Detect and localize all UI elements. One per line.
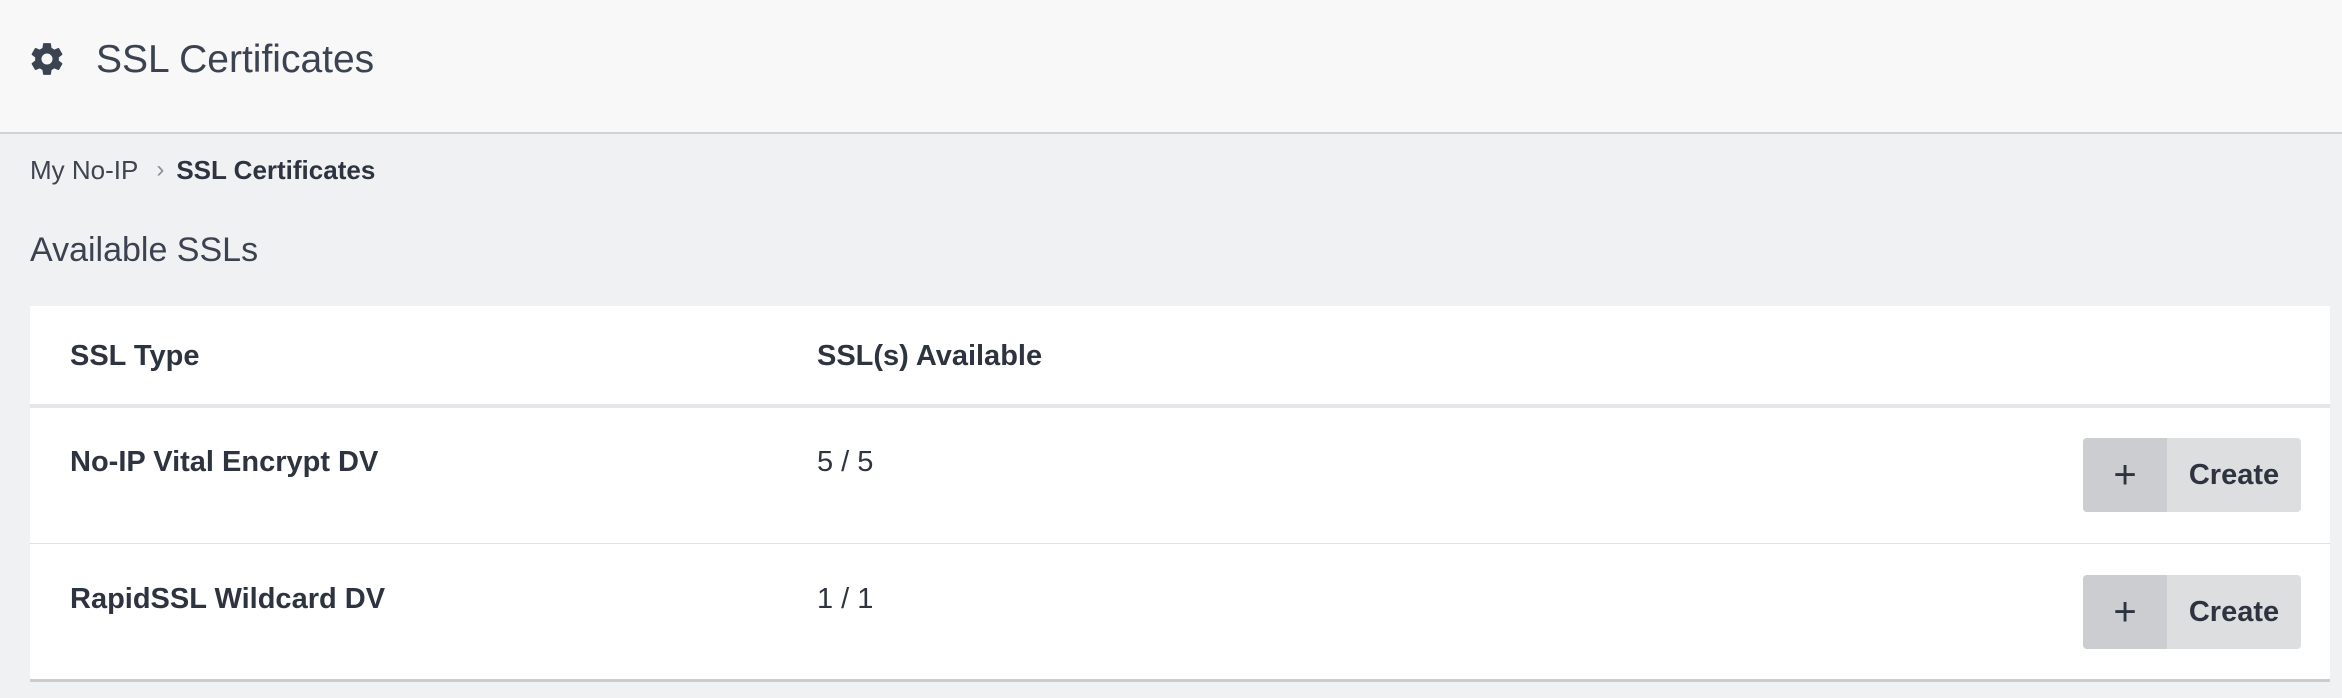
create-button-label: Create <box>2188 458 2280 491</box>
plus-icon: + <box>2083 438 2167 512</box>
page-title: SSL Certificates <box>96 38 375 81</box>
section-title: Available SSLs <box>30 231 259 269</box>
page-header: SSL Certificates <box>0 0 2342 134</box>
breadcrumb: My No-IP › SSL Certificates <box>30 152 375 188</box>
column-header-ssl-available: SSL(s) Available <box>817 340 1043 372</box>
table-row: No-IP Vital Encrypt DV 5 / 5 + Create <box>30 408 2330 544</box>
create-button-label: Create <box>2188 595 2280 628</box>
breadcrumb-current: SSL Certificates <box>176 154 376 185</box>
gear-icon <box>31 43 63 75</box>
ssl-type-cell: No-IP Vital Encrypt DV <box>70 446 379 478</box>
plus-icon: + <box>2083 575 2167 649</box>
column-header-ssl-type: SSL Type <box>70 340 200 372</box>
chevron-right-icon: › <box>156 156 165 183</box>
create-button[interactable]: + Create <box>2083 575 2301 649</box>
ssl-available-cell: 5 / 5 <box>817 446 874 478</box>
ssl-type-cell: RapidSSL Wildcard DV <box>70 583 386 615</box>
ssl-table: SSL Type SSL(s) Available No-IP Vital En… <box>30 306 2330 682</box>
table-row: RapidSSL Wildcard DV 1 / 1 + Create <box>30 545 2330 681</box>
create-button[interactable]: + Create <box>2083 438 2301 512</box>
table-header: SSL Type SSL(s) Available <box>30 306 2330 408</box>
breadcrumb-link-my-no-ip[interactable]: My No-IP <box>30 155 138 186</box>
ssl-available-cell: 1 / 1 <box>817 583 874 615</box>
